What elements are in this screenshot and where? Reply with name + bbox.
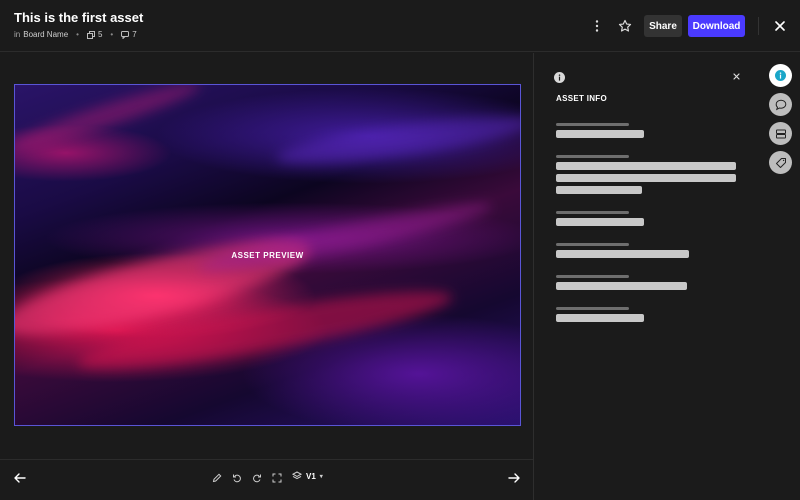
version-selector[interactable]: V1 ▾ [292, 471, 323, 481]
info-field-label-placeholder [556, 211, 629, 214]
close-icon [775, 21, 785, 31]
tag-icon [775, 157, 786, 168]
close-asset-button[interactable] [770, 16, 790, 36]
in-label: in [14, 30, 21, 39]
info-field-value-placeholder [556, 174, 736, 182]
panel-title: ASSET INFO [556, 94, 608, 103]
files-count-value: 5 [97, 30, 103, 39]
arrow-left-icon [14, 473, 26, 483]
fullscreen-icon [272, 473, 282, 483]
info-field-value-placeholder [556, 314, 644, 322]
asset-info-panel: ASSET INFO [534, 53, 756, 500]
files-count: 5 [86, 30, 103, 39]
rotate-left-icon [233, 474, 241, 483]
viewer-footer-divider [0, 459, 533, 460]
rotate-right-button[interactable] [251, 472, 263, 484]
info-icon [775, 70, 786, 81]
previous-asset-button[interactable] [12, 470, 28, 486]
info-field-value-placeholder [556, 250, 689, 258]
annotate-button[interactable] [211, 472, 223, 484]
info-field-label-placeholder [556, 155, 629, 158]
info-tab-button[interactable] [769, 64, 792, 87]
rotate-left-button[interactable] [231, 472, 243, 484]
storage-tab-button[interactable] [769, 122, 792, 145]
close-panel-button[interactable] [730, 70, 742, 82]
meta-separator: • [110, 30, 114, 39]
next-asset-button[interactable] [506, 470, 522, 486]
header-divider [758, 17, 759, 35]
chevron-down-icon: ▾ [319, 473, 323, 480]
download-button[interactable]: Download [688, 15, 745, 37]
tags-tab-button[interactable] [769, 151, 792, 174]
more-options-button[interactable] [587, 16, 607, 36]
more-vertical-icon [595, 20, 599, 32]
comments-tab-button[interactable] [769, 93, 792, 116]
info-field-value-placeholder [556, 186, 642, 194]
header-bar: This is the first asset in Board Name • … [0, 0, 800, 52]
board-name-link[interactable]: Board Name [23, 30, 68, 39]
arrow-right-icon [508, 473, 520, 483]
info-field-value-placeholder [556, 218, 644, 226]
pencil-icon [212, 473, 222, 483]
rotate-right-icon [253, 474, 261, 483]
info-icon [554, 70, 565, 88]
favorite-button[interactable] [615, 16, 635, 36]
asset-meta: in Board Name • 5 • 7 [14, 30, 137, 39]
info-field-value-placeholder [556, 162, 736, 170]
comments-icon [121, 30, 130, 39]
close-icon [732, 72, 740, 80]
layers-icon [292, 471, 302, 480]
info-field-value-placeholder [556, 130, 644, 138]
fullscreen-button[interactable] [271, 472, 283, 484]
info-field-label-placeholder [556, 243, 629, 246]
info-field-label-placeholder [556, 307, 629, 310]
star-icon [618, 19, 632, 32]
asset-preview-label: ASSET PREVIEW [231, 250, 304, 260]
comment-icon [775, 99, 786, 110]
files-icon [86, 30, 95, 39]
asset-viewer: ASSET PREVIEW V1 ▾ [0, 53, 533, 500]
asset-preview-image: ASSET PREVIEW [14, 84, 521, 426]
info-field-value-placeholder [556, 282, 687, 290]
info-field-label-placeholder [556, 275, 629, 278]
share-button[interactable]: Share [644, 15, 682, 37]
storage-icon [775, 129, 786, 138]
meta-separator: • [76, 30, 79, 39]
asset-title: This is the first asset [14, 10, 144, 25]
comments-count: 7 [121, 30, 137, 39]
version-label: V1 [306, 471, 316, 481]
info-field-label-placeholder [556, 123, 629, 126]
comments-count-value: 7 [132, 30, 137, 39]
